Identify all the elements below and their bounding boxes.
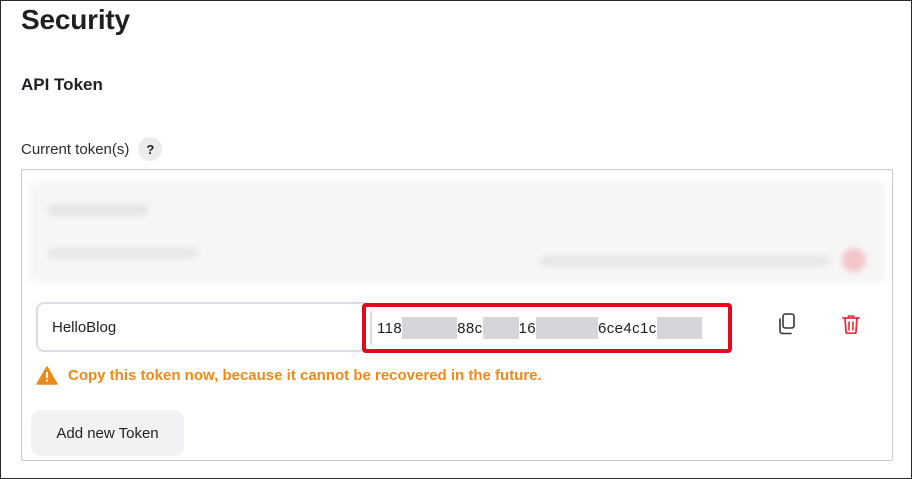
warning-text: Copy this token now, because it cannot b…	[68, 367, 542, 384]
token-segment-2: 88c	[457, 319, 483, 337]
current-tokens-label: Current token(s)	[21, 140, 130, 158]
page-title: Security	[21, 4, 130, 35]
copy-icon	[777, 312, 797, 340]
token-value-field[interactable]: 118 88c 16 6ce4c1c	[362, 303, 732, 353]
help-icon[interactable]: ?	[138, 137, 163, 161]
delete-token-button[interactable]	[836, 311, 866, 341]
token-segment-4: 6ce4c1c	[598, 319, 657, 337]
warning-triangle-icon	[36, 366, 58, 385]
redaction-block	[482, 317, 519, 339]
token-name-input[interactable]	[36, 302, 370, 352]
current-tokens-label-row: Current token(s) ?	[21, 137, 163, 161]
token-segment-3: 16	[518, 319, 537, 337]
trash-icon	[842, 314, 860, 339]
redaction-block	[402, 317, 458, 339]
redaction-block	[656, 317, 702, 339]
add-new-token-button[interactable]: Add new Token	[31, 410, 184, 456]
blurred-existing-token-row	[30, 182, 884, 282]
copy-token-button[interactable]	[772, 311, 802, 341]
redaction-block	[536, 317, 599, 339]
token-warning: Copy this token now, because it cannot b…	[36, 366, 542, 385]
section-title-api-token: API Token	[21, 75, 103, 94]
field-divider	[370, 311, 372, 345]
token-segment-1: 118	[377, 319, 403, 337]
